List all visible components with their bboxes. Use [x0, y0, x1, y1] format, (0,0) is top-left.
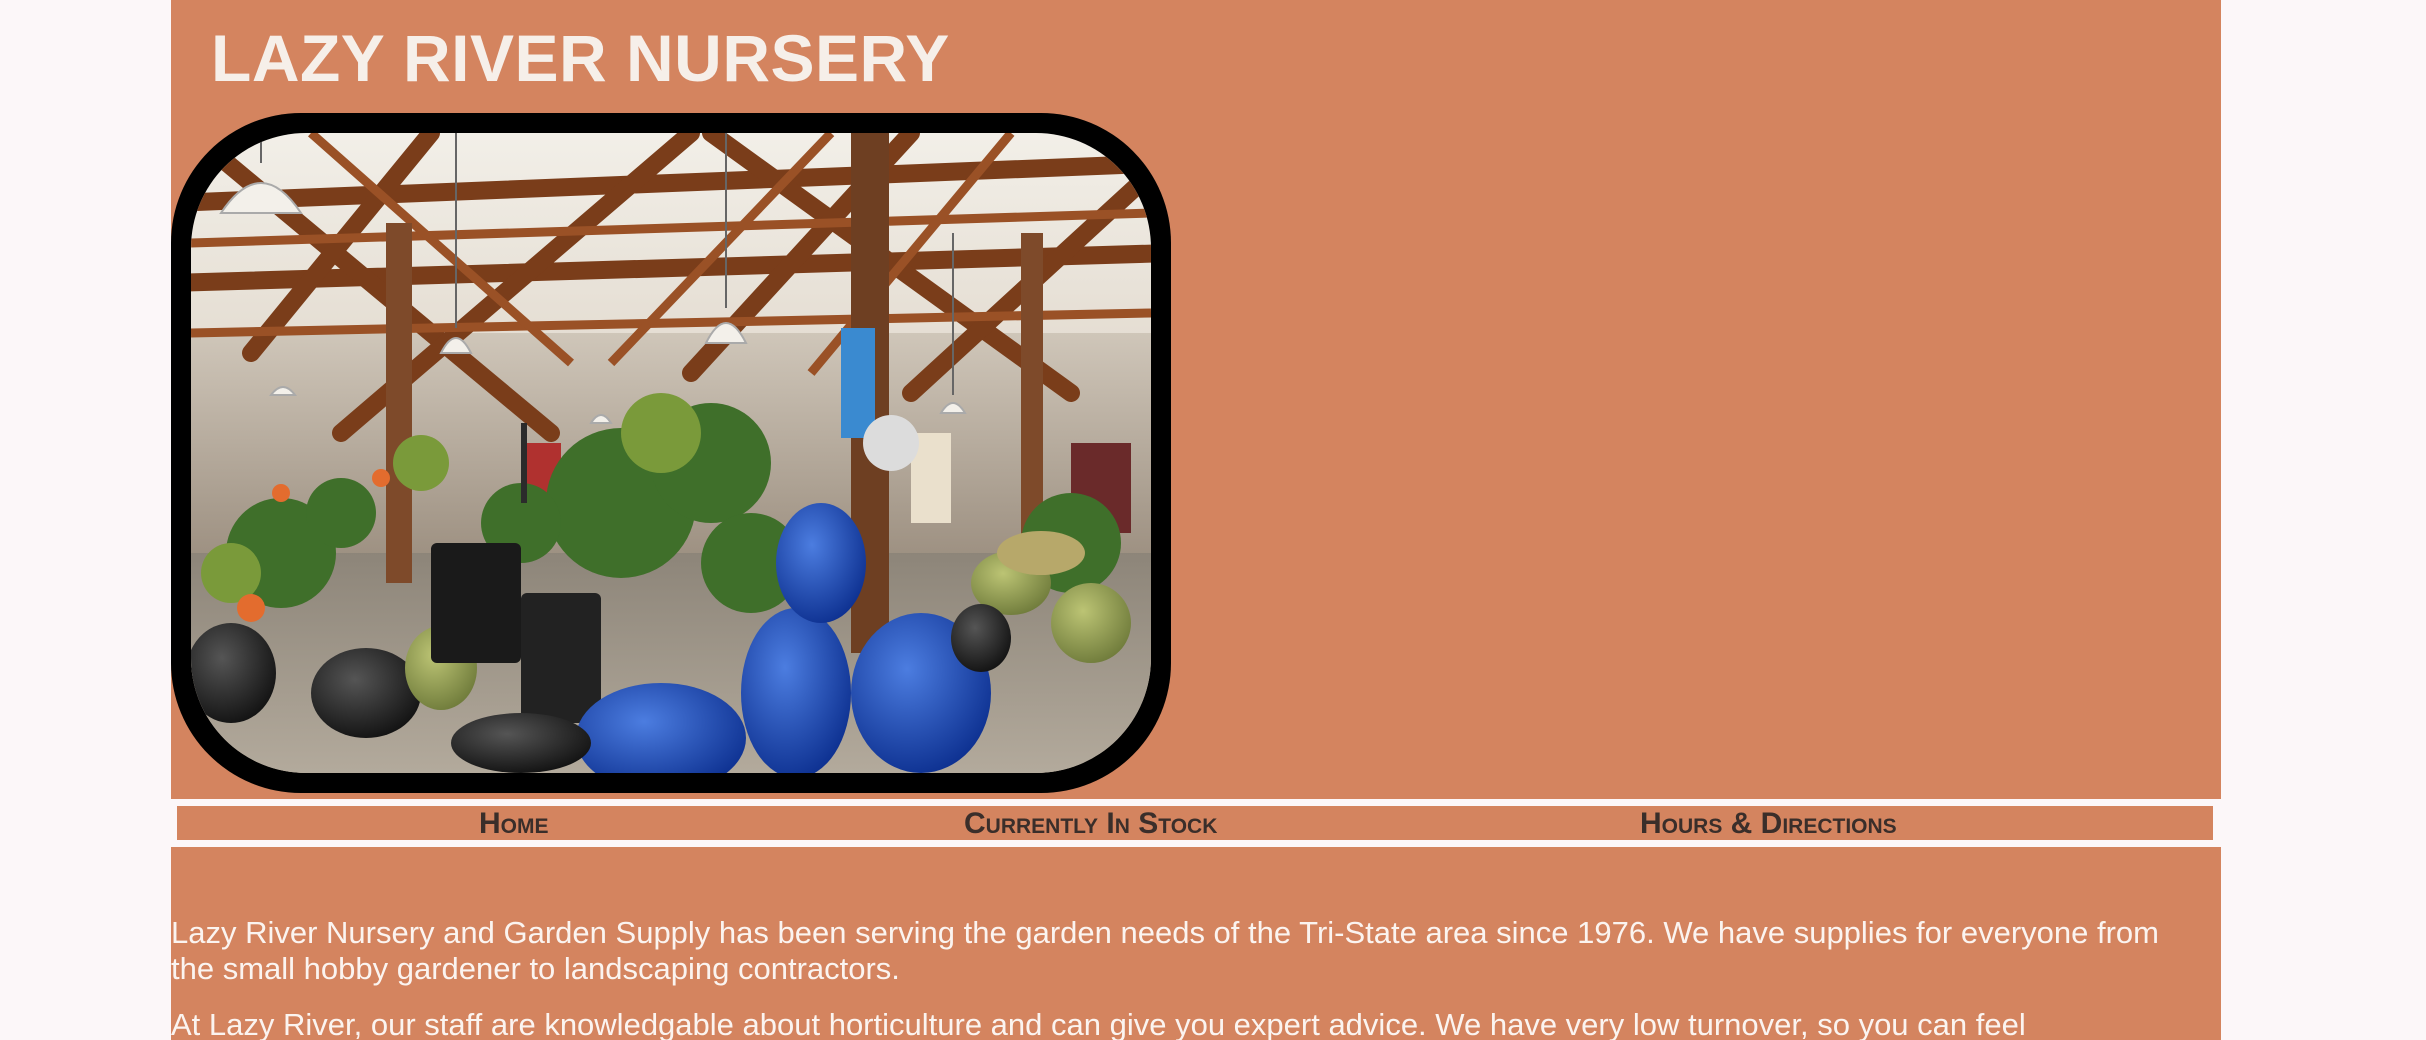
nav-currently-in-stock-link[interactable]: Currently In Stock	[964, 806, 1217, 840]
nav-bar: Home Currently In Stock Hours & Directio…	[171, 799, 2221, 847]
hero-image	[191, 133, 1151, 773]
nav-home-link[interactable]: Home	[479, 806, 549, 840]
nav-hours-directions-link[interactable]: Hours & Directions	[1640, 806, 1897, 840]
main-content: Lazy River Nursery and Garden Supply has…	[171, 915, 2171, 1040]
nav-bar-inner: Home Currently In Stock Hours & Directio…	[177, 806, 2213, 840]
intro-paragraph: Lazy River Nursery and Garden Supply has…	[171, 915, 2159, 986]
page-container: LAZY RIVER NURSERY Home Currently In Sto…	[171, 0, 2221, 1040]
staff-paragraph: At Lazy River, our staff are knowledgabl…	[171, 1007, 2026, 1040]
site-title: LAZY RIVER NURSERY	[211, 21, 950, 95]
hero-image-frame	[171, 113, 1171, 793]
